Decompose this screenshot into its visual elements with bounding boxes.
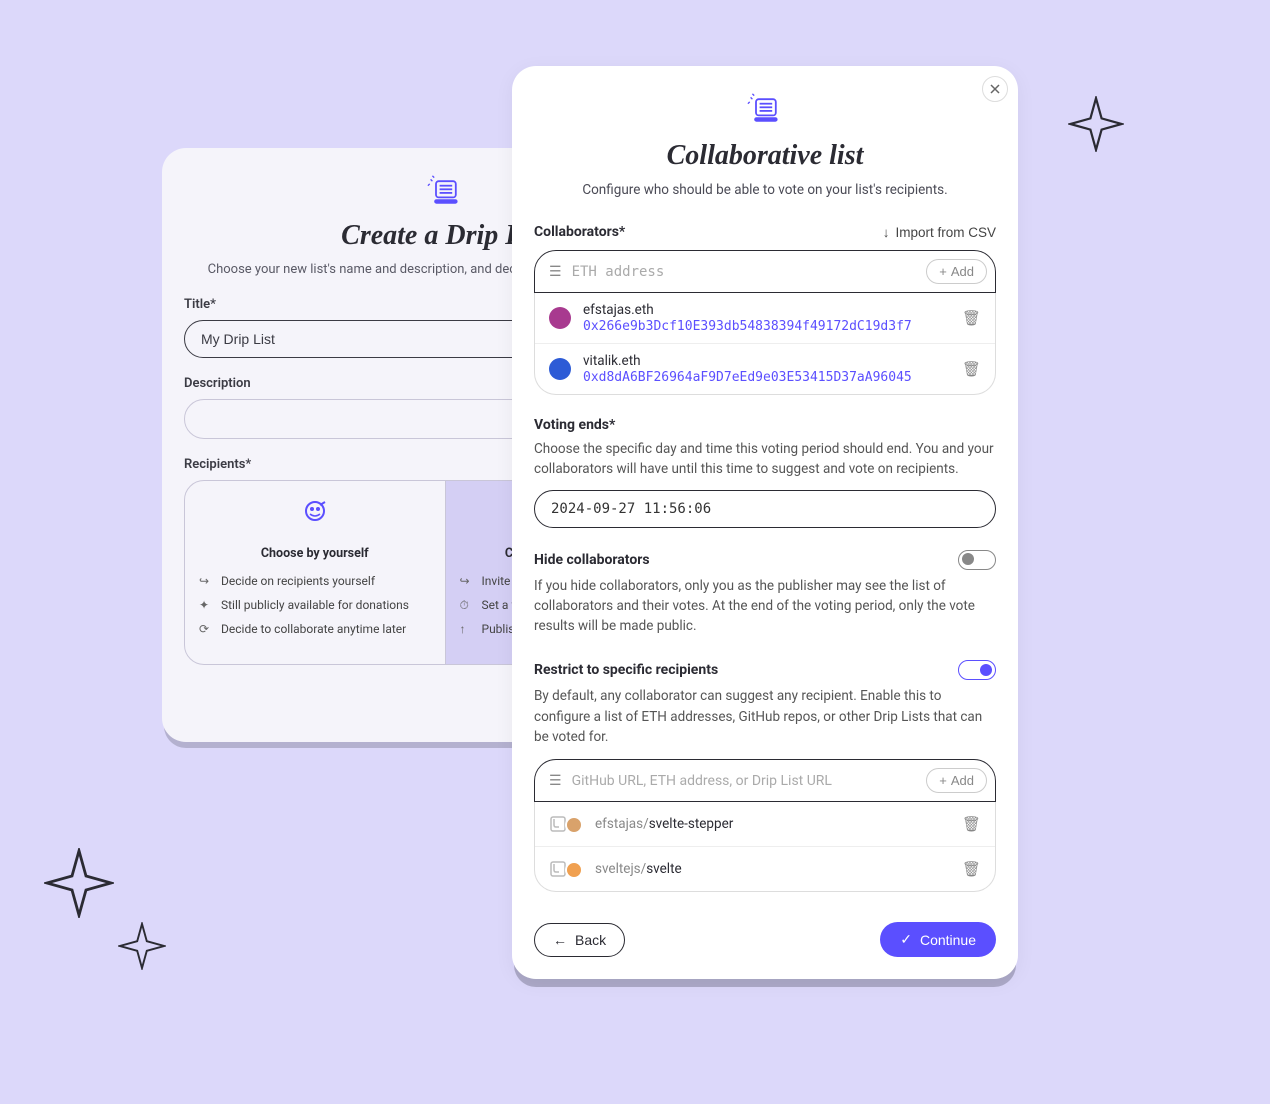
collaborative-list-modal: Collaborative list Configure who should … (512, 66, 1018, 979)
avatar (549, 307, 571, 329)
clock-icon: ⏱ (460, 597, 474, 614)
delete-button[interactable]: 🗑 (962, 360, 981, 378)
voting-ends-help: Choose the specific day and time this vo… (534, 439, 996, 480)
repo-owner: sveltejs/ (595, 861, 646, 877)
public-icon: ✦ (199, 597, 213, 614)
collaborator-address: 0xd8dA6BF26964aF9D7eEd9e03E53415D37aA960… (583, 370, 950, 385)
repo-icon (549, 858, 583, 880)
collaborator-item: vitalik.eth 0xd8dA6BF26964aF9D7eEd9e03E5… (535, 343, 995, 394)
modal-subtitle: Configure who should be able to vote on … (534, 182, 996, 198)
check-icon: ✓ (900, 931, 912, 948)
list-icon (512, 92, 1018, 128)
repo-name: svelte (646, 861, 681, 877)
restrict-recipients-toggle[interactable] (958, 660, 996, 680)
person-icon (199, 499, 431, 536)
collaborator-address: 0x266e9b3Dcf10E393db54838394f49172dC19d3… (583, 319, 950, 334)
add-button[interactable]: +Add (926, 768, 987, 793)
recipient-item: sveltejs/svelte 🗑 (535, 846, 995, 891)
trash-icon: 🗑 (962, 816, 981, 833)
later-icon: ⟳ (199, 621, 213, 638)
check-icon: ↪ (199, 573, 213, 590)
hide-collaborators-toggle[interactable] (958, 550, 996, 570)
delete-button[interactable]: 🗑 (962, 860, 981, 878)
publish-icon: ↑ (460, 621, 474, 638)
recipients-list: efstajas/svelte-stepper 🗑 sveltejs/svelt… (534, 802, 996, 892)
collaborator-input-row: ☰ +Add (534, 250, 996, 293)
voting-ends-label: Voting ends* (534, 417, 996, 433)
hide-collaborators-help: If you hide collaborators, only you as t… (534, 576, 996, 637)
sparkle-icon (44, 848, 114, 918)
repo-icon (549, 813, 583, 835)
sparkle-icon (1068, 96, 1124, 152)
avatar (549, 358, 571, 380)
restrict-recipients-label: Restrict to specific recipients (534, 662, 718, 678)
list-bullet-icon: ☰ (549, 773, 562, 789)
collaborator-item: efstajas.eth 0x266e9b3Dcf10E393db5483839… (535, 293, 995, 343)
delete-button[interactable]: 🗑 (962, 309, 981, 327)
eth-address-input[interactable] (572, 264, 917, 280)
continue-button[interactable]: ✓ Continue (880, 922, 996, 957)
close-icon (989, 83, 1001, 95)
recipient-input[interactable] (572, 773, 917, 789)
repo-owner: efstajas/ (595, 816, 649, 832)
delete-button[interactable]: 🗑 (962, 815, 981, 833)
import-csv-button[interactable]: ↓ Import from CSV (883, 225, 996, 240)
download-icon: ↓ (883, 225, 890, 240)
arrow-left-icon: ← (553, 932, 567, 948)
collaborator-name: efstajas.eth (583, 302, 950, 318)
repo-name: svelte-stepper (649, 816, 734, 832)
invite-icon: ↪ (460, 573, 474, 590)
trash-icon: 🗑 (962, 361, 981, 378)
add-button[interactable]: +Add (926, 259, 987, 284)
plus-icon: + (939, 773, 947, 788)
collaborator-name: vitalik.eth (583, 353, 950, 369)
card-title: Choose by yourself (199, 546, 431, 561)
sparkle-icon (118, 922, 166, 970)
plus-icon: + (939, 264, 947, 279)
recipient-input-row: ☰ +Add (534, 759, 996, 802)
close-button[interactable] (982, 76, 1008, 102)
hide-collaborators-label: Hide collaborators (534, 552, 650, 568)
list-bullet-icon: ☰ (549, 264, 562, 280)
modal-title: Collaborative list (534, 140, 996, 172)
voting-ends-input[interactable] (534, 490, 996, 528)
restrict-recipients-help: By default, any collaborator can suggest… (534, 686, 996, 747)
choose-yourself-card[interactable]: Choose by yourself ↪ Decide on recipients… (185, 481, 446, 664)
back-button[interactable]: ← Back (534, 923, 625, 957)
collaborators-list: efstajas.eth 0x266e9b3Dcf10E393db5483839… (534, 293, 996, 395)
bullet-text: Still publicly available for donations (221, 597, 409, 614)
trash-icon: 🗑 (962, 861, 981, 878)
bullet-text: Decide to collaborate anytime later (221, 621, 406, 638)
bullet-text: Decide on recipients yourself (221, 573, 375, 590)
recipient-item: efstajas/svelte-stepper 🗑 (535, 802, 995, 846)
trash-icon: 🗑 (962, 310, 981, 327)
collaborators-label: Collaborators* (534, 224, 625, 240)
